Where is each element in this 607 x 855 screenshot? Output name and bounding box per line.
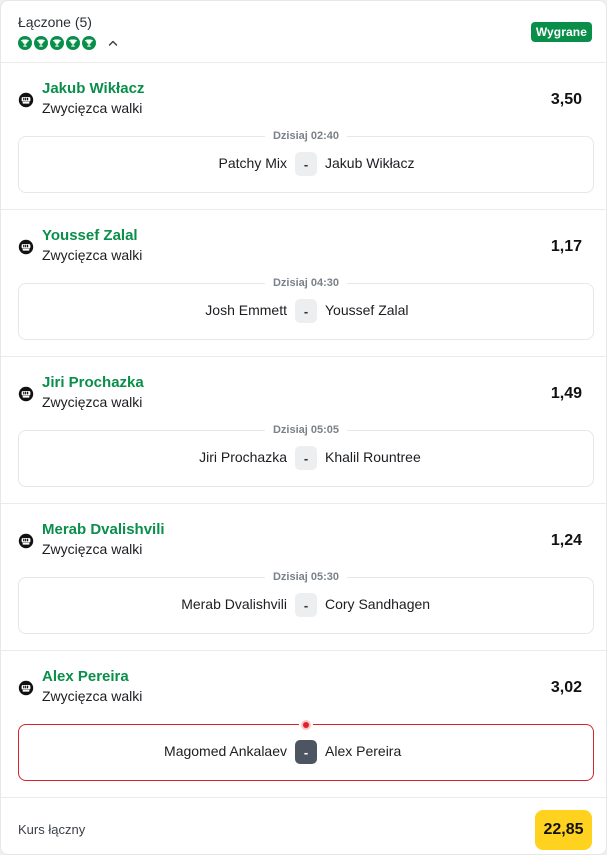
trophy-icon bbox=[50, 36, 64, 50]
market-name: Zwycięzca walki bbox=[42, 247, 143, 263]
event-box[interactable]: Dzisiaj 05:30 Merab Dvalishvili - Cory S… bbox=[18, 571, 594, 634]
score-box: - bbox=[295, 593, 317, 617]
mma-glove-icon bbox=[18, 680, 34, 696]
selection-odds: 3,50 bbox=[550, 91, 582, 108]
score-box: - bbox=[295, 740, 317, 764]
home-competitor: Merab Dvalishvili bbox=[181, 596, 287, 612]
selection-name[interactable]: Merab Dvalishvili bbox=[42, 521, 165, 538]
market-name: Zwycięzca walki bbox=[42, 394, 143, 410]
total-odds-label: Kurs łączny bbox=[18, 822, 86, 837]
away-competitor: Khalil Rountree bbox=[325, 449, 421, 465]
event-time: Dzisiaj 05:05 bbox=[264, 424, 348, 436]
home-competitor: Magomed Ankalaev bbox=[164, 743, 287, 759]
selection-odds: 3,02 bbox=[550, 679, 582, 696]
bet-slip-header[interactable]: Łączone (5) Wygrane bbox=[1, 1, 606, 63]
selection-name[interactable]: Youssef Zalal bbox=[42, 227, 138, 244]
status-badge: Wygrane bbox=[530, 22, 592, 42]
event-box[interactable]: Magomed Ankalaev - Alex Pereira bbox=[18, 718, 594, 781]
trophy-icon bbox=[18, 36, 32, 50]
event-box[interactable]: Dzisiaj 05:05 Jiri Prochazka - Khalil Ro… bbox=[18, 424, 594, 487]
event-time: Dzisiaj 02:40 bbox=[264, 130, 348, 142]
mma-glove-icon bbox=[18, 239, 34, 255]
selection-odds: 1,49 bbox=[550, 385, 582, 402]
trophy-icon bbox=[34, 36, 48, 50]
bet-item[interactable]: Jakub Wikłacz Zwycięzca walki 3,50 Dzisi… bbox=[1, 63, 606, 210]
total-odds-value: 22,85 bbox=[535, 810, 592, 850]
bet-type-title: Łączone (5) bbox=[18, 14, 92, 30]
mma-glove-icon bbox=[18, 92, 34, 108]
result-icons bbox=[18, 36, 120, 50]
event-box[interactable]: Dzisiaj 04:30 Josh Emmett - Youssef Zala… bbox=[18, 277, 594, 340]
event-time: Dzisiaj 05:30 bbox=[264, 571, 348, 583]
selection-name[interactable]: Jiri Prochazka bbox=[42, 374, 144, 391]
trophy-icon bbox=[66, 36, 80, 50]
market-name: Zwycięzca walki bbox=[42, 541, 143, 557]
away-competitor: Jakub Wikłacz bbox=[325, 155, 415, 171]
away-competitor: Cory Sandhagen bbox=[325, 596, 431, 612]
bet-item[interactable]: Jiri Prochazka Zwycięzca walki 1,49 Dzis… bbox=[1, 357, 606, 504]
selection-name[interactable]: Alex Pereira bbox=[42, 668, 129, 685]
market-name: Zwycięzca walki bbox=[42, 688, 143, 704]
selection-name[interactable]: Jakub Wikłacz bbox=[42, 80, 144, 97]
event-box[interactable]: Dzisiaj 02:40 Patchy Mix - Jakub Wikłacz bbox=[18, 130, 594, 193]
away-competitor: Alex Pereira bbox=[325, 743, 402, 759]
score-box: - bbox=[295, 152, 317, 176]
bet-slip-footer: Kurs łączny 22,85 bbox=[1, 798, 606, 854]
chevron-up-icon[interactable] bbox=[106, 36, 120, 50]
home-competitor: Patchy Mix bbox=[218, 155, 287, 171]
away-competitor: Youssef Zalal bbox=[325, 302, 409, 318]
selection-odds: 1,24 bbox=[550, 532, 582, 549]
selection-odds: 1,17 bbox=[550, 238, 582, 255]
bet-item[interactable]: Youssef Zalal Zwycięzca walki 1,17 Dzisi… bbox=[1, 210, 606, 357]
bet-slip-card: Łączone (5) Wygrane Jakub Wikłacz Zwycię… bbox=[0, 0, 607, 855]
event-time: Dzisiaj 04:30 bbox=[264, 277, 348, 289]
score-box: - bbox=[295, 446, 317, 470]
home-competitor: Josh Emmett bbox=[205, 302, 287, 318]
mma-glove-icon bbox=[18, 386, 34, 402]
bet-item[interactable]: Alex Pereira Zwycięzca walki 3,02 Magome… bbox=[1, 651, 606, 798]
live-indicator-icon bbox=[299, 718, 313, 732]
market-name: Zwycięzca walki bbox=[42, 100, 143, 116]
trophy-icon bbox=[82, 36, 96, 50]
bet-item[interactable]: Merab Dvalishvili Zwycięzca walki 1,24 D… bbox=[1, 504, 606, 651]
home-competitor: Jiri Prochazka bbox=[199, 449, 287, 465]
mma-glove-icon bbox=[18, 533, 34, 549]
score-box: - bbox=[295, 299, 317, 323]
